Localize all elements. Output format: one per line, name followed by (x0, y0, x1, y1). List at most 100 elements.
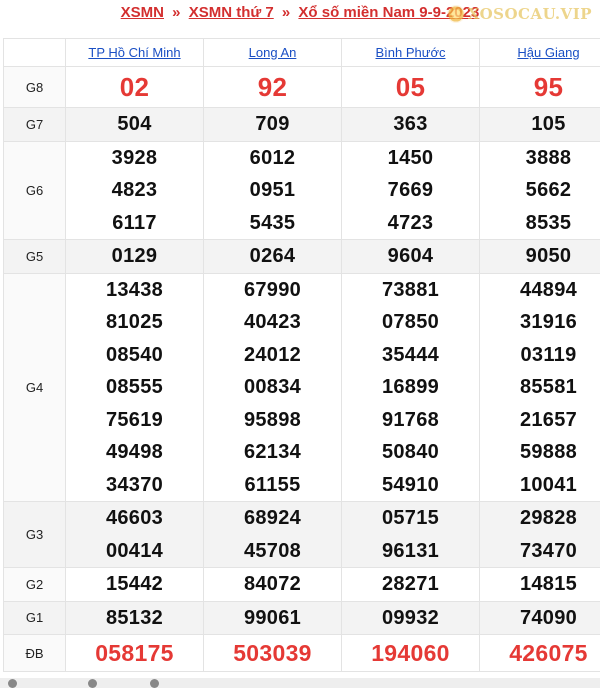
footer-dot-icon (8, 679, 17, 688)
prize-number: 194060 (371, 640, 450, 666)
prize-number: 15442 (105, 573, 164, 595)
prize-cell: 44894 31916 03119 85581 21657 59888 10041 (479, 272, 600, 502)
prize-number: 24012 (243, 343, 302, 366)
prize-cell: 15442 (65, 567, 204, 602)
prize-number: 99061 (243, 606, 302, 629)
footer-item[interactable] (150, 679, 162, 688)
prize-row-g1: G1 85132 99061 09932 74090 (3, 600, 600, 635)
breadcrumb: XSMN » XSMN thứ 7 » Xổ số miền Nam 9-9-2… (0, 0, 600, 28)
prize-cell: 9050 (479, 239, 600, 274)
prize-number: 03119 (520, 343, 577, 366)
prize-cell: 99061 (203, 600, 342, 635)
prize-cell: 194060 (341, 634, 480, 672)
prize-cell: 363 (341, 107, 480, 142)
prize-number: 10041 (519, 473, 578, 496)
prize-number: 59888 (519, 441, 578, 463)
prize-number: 4723 (387, 211, 434, 234)
prize-number: 6117 (112, 211, 157, 234)
prize-cell: 68924 45708 (203, 501, 342, 568)
prize-label: G1 (3, 600, 66, 635)
breadcrumb-link-xsmn[interactable]: XSMN (121, 4, 164, 21)
prize-label: G8 (3, 66, 66, 108)
prize-number: 92 (257, 72, 288, 102)
prize-cell: 84072 (203, 567, 342, 602)
prize-number: 0951 (249, 179, 296, 201)
prize-cell: 0264 (203, 239, 342, 274)
prize-number: 68924 (243, 507, 302, 529)
prize-number: 67990 (243, 278, 302, 301)
prize-cell: 058175 (65, 634, 204, 672)
prize-cell: 05715 96131 (341, 501, 480, 568)
prize-number: 34370 (105, 473, 164, 496)
prize-number: 95 (533, 72, 564, 102)
prize-number: 09932 (381, 606, 440, 629)
prize-row-g6: G6 3928 4823 6117 6012 0951 5435 1450 7669 4723 38… (3, 140, 600, 240)
breadcrumb-separator: » (172, 4, 181, 21)
prize-number: 44894 (519, 278, 578, 301)
province-link-hau-giang[interactable]: Hậu Giang (517, 45, 579, 60)
prize-number: 5435 (249, 211, 296, 234)
province-header-row: TP Hồ Chí Minh Long An Bình Phước Hậu Gi… (3, 38, 600, 67)
prize-number: 02 (119, 72, 150, 102)
prize-label: G6 (3, 140, 66, 240)
prize-number: 8535 (525, 211, 572, 234)
prize-number: 62134 (243, 441, 302, 463)
prize-cell: 95 (479, 66, 600, 108)
prize-cell: 05 (341, 66, 480, 108)
prize-number: 6012 (249, 146, 296, 169)
prize-number: 84072 (243, 573, 302, 595)
prize-cell: 74090 (479, 600, 600, 635)
prize-number: 85132 (105, 606, 164, 629)
prize-number: 07850 (381, 311, 440, 333)
prize-number: 54910 (381, 473, 440, 496)
prize-number: 7669 (387, 179, 434, 201)
footer-item[interactable] (88, 679, 100, 688)
prize-number: 363 (393, 113, 428, 135)
prize-label: G3 (3, 501, 66, 568)
prize-label: ĐB (3, 634, 66, 672)
prize-number: 81025 (105, 311, 164, 333)
prize-cell: 92 (203, 66, 342, 108)
prize-number: 28271 (381, 573, 440, 595)
prize-number: 40423 (243, 311, 302, 333)
prize-number: 05 (395, 72, 426, 102)
prize-label: G7 (3, 107, 66, 142)
prize-cell: 28271 (341, 567, 480, 602)
province-header-long-an: Long An (203, 38, 342, 67)
prize-cell: 3928 4823 6117 (65, 140, 204, 240)
footer-item[interactable] (8, 679, 20, 688)
prize-number: 426075 (509, 640, 588, 666)
prize-number: 00834 (243, 376, 302, 398)
prize-number: 0264 (249, 245, 296, 267)
prize-cell: 09932 (341, 600, 480, 635)
prize-number: 105 (531, 113, 566, 135)
province-link-binh-phuoc[interactable]: Bình Phước (376, 45, 446, 60)
prize-number: 3888 (525, 146, 572, 169)
prize-number: 08540 (105, 343, 164, 366)
breadcrumb-link-xsmn-saturday[interactable]: XSMN thứ 7 (189, 4, 274, 21)
prize-number: 13438 (105, 278, 164, 301)
prize-label: G5 (3, 239, 66, 274)
prize-cell: 503039 (203, 634, 342, 672)
prize-number: 31916 (519, 311, 578, 333)
province-link-long-an[interactable]: Long An (249, 45, 297, 60)
prize-number: 91768 (381, 408, 440, 431)
sun-logo-icon (446, 5, 465, 23)
prize-number: 16899 (381, 376, 440, 398)
prize-number: 14815 (519, 573, 578, 595)
prize-number: 46603 (105, 507, 164, 529)
site-logo-text: XOSOCAU.VIP (467, 5, 592, 23)
province-link-hcm[interactable]: TP Hồ Chí Minh (88, 45, 180, 60)
footer-dot-icon (150, 679, 159, 688)
prize-number: 74090 (519, 606, 578, 629)
prize-label: G2 (3, 567, 66, 602)
prize-number: 08555 (105, 376, 164, 398)
prize-number: 00414 (105, 539, 164, 562)
prize-row-g2: G2 15442 84072 28271 14815 (3, 567, 600, 602)
prize-cell: 67990 40423 24012 00834 95898 62134 61155 (203, 272, 342, 502)
prize-number: 5662 (525, 179, 572, 201)
prize-cell: 0129 (65, 239, 204, 274)
province-header-binh-phuoc: Bình Phước (341, 38, 480, 67)
prize-cell: 29828 73470 (479, 501, 600, 568)
prize-cell: 3888 5662 8535 (479, 140, 600, 240)
